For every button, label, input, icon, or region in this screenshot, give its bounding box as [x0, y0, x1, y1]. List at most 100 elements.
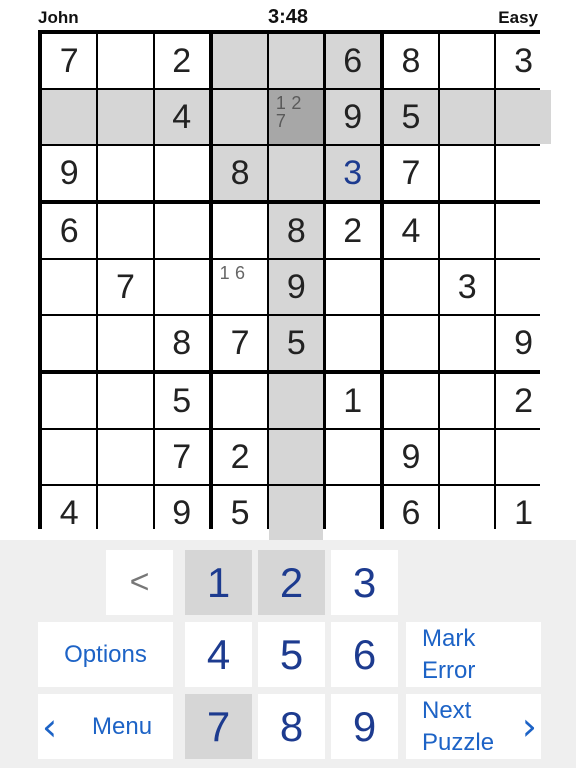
cell-value: 1 — [343, 381, 363, 420]
board-cell[interactable] — [42, 90, 97, 144]
board-cell[interactable] — [325, 486, 380, 540]
menu-button[interactable]: ‹ Menu — [38, 694, 173, 759]
board-cell[interactable] — [98, 316, 153, 370]
digit-6-button[interactable]: 6 — [331, 622, 398, 687]
cell-value: 8 — [401, 41, 421, 80]
board-cell[interactable] — [496, 146, 551, 200]
board-cell[interactable] — [440, 34, 495, 88]
board-cell[interactable] — [440, 316, 495, 370]
digit-5-button[interactable]: 5 — [258, 622, 325, 687]
digit-2-button[interactable]: 2 — [258, 550, 325, 615]
board-cell[interactable]: 9 — [496, 316, 551, 370]
board-cell[interactable] — [269, 430, 324, 484]
board-cell[interactable]: 9 — [325, 90, 380, 144]
cell-value: 8 — [286, 211, 306, 250]
board-cell[interactable]: 1 — [325, 374, 380, 428]
board-cell[interactable]: 6 — [383, 486, 439, 540]
board-cell[interactable] — [269, 34, 324, 88]
board-cell[interactable]: 8 — [154, 316, 209, 370]
back-button[interactable]: < — [106, 550, 173, 615]
mark-error-button[interactable]: Mark Error — [406, 622, 541, 687]
note-digit: 1 — [219, 263, 230, 283]
digit-8-button[interactable]: 8 — [258, 694, 325, 759]
board-cell[interactable]: 2 — [212, 430, 268, 484]
board-cell[interactable] — [98, 90, 153, 144]
board-cell[interactable] — [496, 204, 551, 258]
board-cell[interactable]: 4 — [42, 486, 97, 540]
digit-1-button[interactable]: 1 — [185, 550, 252, 615]
board-cell[interactable] — [154, 146, 209, 200]
board-cell[interactable]: 2 — [496, 374, 551, 428]
board-cell[interactable] — [154, 204, 209, 258]
board-cell[interactable]: 8 — [212, 146, 268, 200]
board-cell[interactable]: 3 — [496, 34, 551, 88]
board-cell[interactable] — [325, 430, 380, 484]
board-cell[interactable]: 9 — [269, 260, 324, 314]
board-cell[interactable]: 2 — [154, 34, 209, 88]
board-cell[interactable]: 3 — [440, 260, 495, 314]
board-cell[interactable]: 8 — [269, 204, 324, 258]
board-cell[interactable]: 9 — [383, 430, 439, 484]
board-cell[interactable] — [440, 374, 495, 428]
board-cell[interactable]: 6 — [325, 34, 380, 88]
board-cell[interactable] — [440, 204, 495, 258]
board-cell[interactable]: 7 — [383, 146, 439, 200]
board-cell[interactable] — [98, 374, 153, 428]
board-cell[interactable]: 4 — [154, 90, 209, 144]
board-cell[interactable] — [98, 146, 153, 200]
board-cell[interactable]: 16 — [212, 260, 268, 314]
board-cell[interactable] — [496, 90, 551, 144]
board-cell[interactable]: 6 — [42, 204, 97, 258]
note-digit — [248, 296, 263, 310]
board-cell[interactable] — [98, 204, 153, 258]
digit-9-button[interactable]: 9 — [331, 694, 398, 759]
board-cell[interactable] — [325, 316, 380, 370]
board-cell[interactable]: 7 — [98, 260, 153, 314]
board-cell[interactable] — [212, 204, 268, 258]
board-cell[interactable] — [98, 34, 153, 88]
board-cell[interactable] — [269, 486, 324, 540]
board-cell[interactable]: 5 — [269, 316, 324, 370]
board-cell[interactable] — [212, 90, 268, 144]
board-cell[interactable] — [98, 486, 153, 540]
board-cell[interactable] — [440, 146, 495, 200]
board-cell[interactable]: 127 — [269, 90, 324, 144]
board-cell[interactable]: 5 — [154, 374, 209, 428]
board-cell[interactable] — [496, 430, 551, 484]
digit-3-button[interactable]: 3 — [331, 550, 398, 615]
board-cell[interactable] — [269, 374, 324, 428]
board-cell[interactable] — [440, 90, 495, 144]
board-cell[interactable] — [440, 486, 495, 540]
board-cell[interactable] — [496, 260, 551, 314]
board-cell[interactable]: 7 — [154, 430, 209, 484]
board-cell[interactable] — [42, 316, 97, 370]
board-cell[interactable] — [325, 260, 380, 314]
board-cell[interactable] — [212, 374, 268, 428]
board-cell[interactable] — [154, 260, 209, 314]
digit-7-button[interactable]: 7 — [185, 694, 252, 759]
board-cell[interactable]: 4 — [383, 204, 439, 258]
digit-4-button[interactable]: 4 — [185, 622, 252, 687]
board-cell[interactable] — [212, 34, 268, 88]
next-puzzle-button[interactable]: Next Puzzle › — [406, 694, 541, 759]
board-cell[interactable]: 2 — [325, 204, 380, 258]
board-cell[interactable] — [383, 260, 439, 314]
board-cell[interactable]: 9 — [154, 486, 209, 540]
board-cell[interactable]: 3 — [325, 146, 380, 200]
board-cell[interactable]: 7 — [42, 34, 97, 88]
board-cell[interactable] — [42, 430, 97, 484]
board-cell[interactable]: 5 — [212, 486, 268, 540]
board-cell[interactable]: 7 — [212, 316, 268, 370]
board-cell[interactable] — [440, 430, 495, 484]
board-cell[interactable] — [383, 374, 439, 428]
options-button[interactable]: Options — [38, 622, 173, 687]
board-cell[interactable] — [42, 260, 97, 314]
board-cell[interactable] — [383, 316, 439, 370]
board-cell[interactable] — [269, 146, 324, 200]
board-cell[interactable]: 5 — [383, 90, 439, 144]
board-cell[interactable] — [98, 430, 153, 484]
board-cell[interactable]: 1 — [496, 486, 551, 540]
board-cell[interactable] — [42, 374, 97, 428]
board-cell[interactable]: 9 — [42, 146, 97, 200]
board-cell[interactable]: 8 — [383, 34, 439, 88]
